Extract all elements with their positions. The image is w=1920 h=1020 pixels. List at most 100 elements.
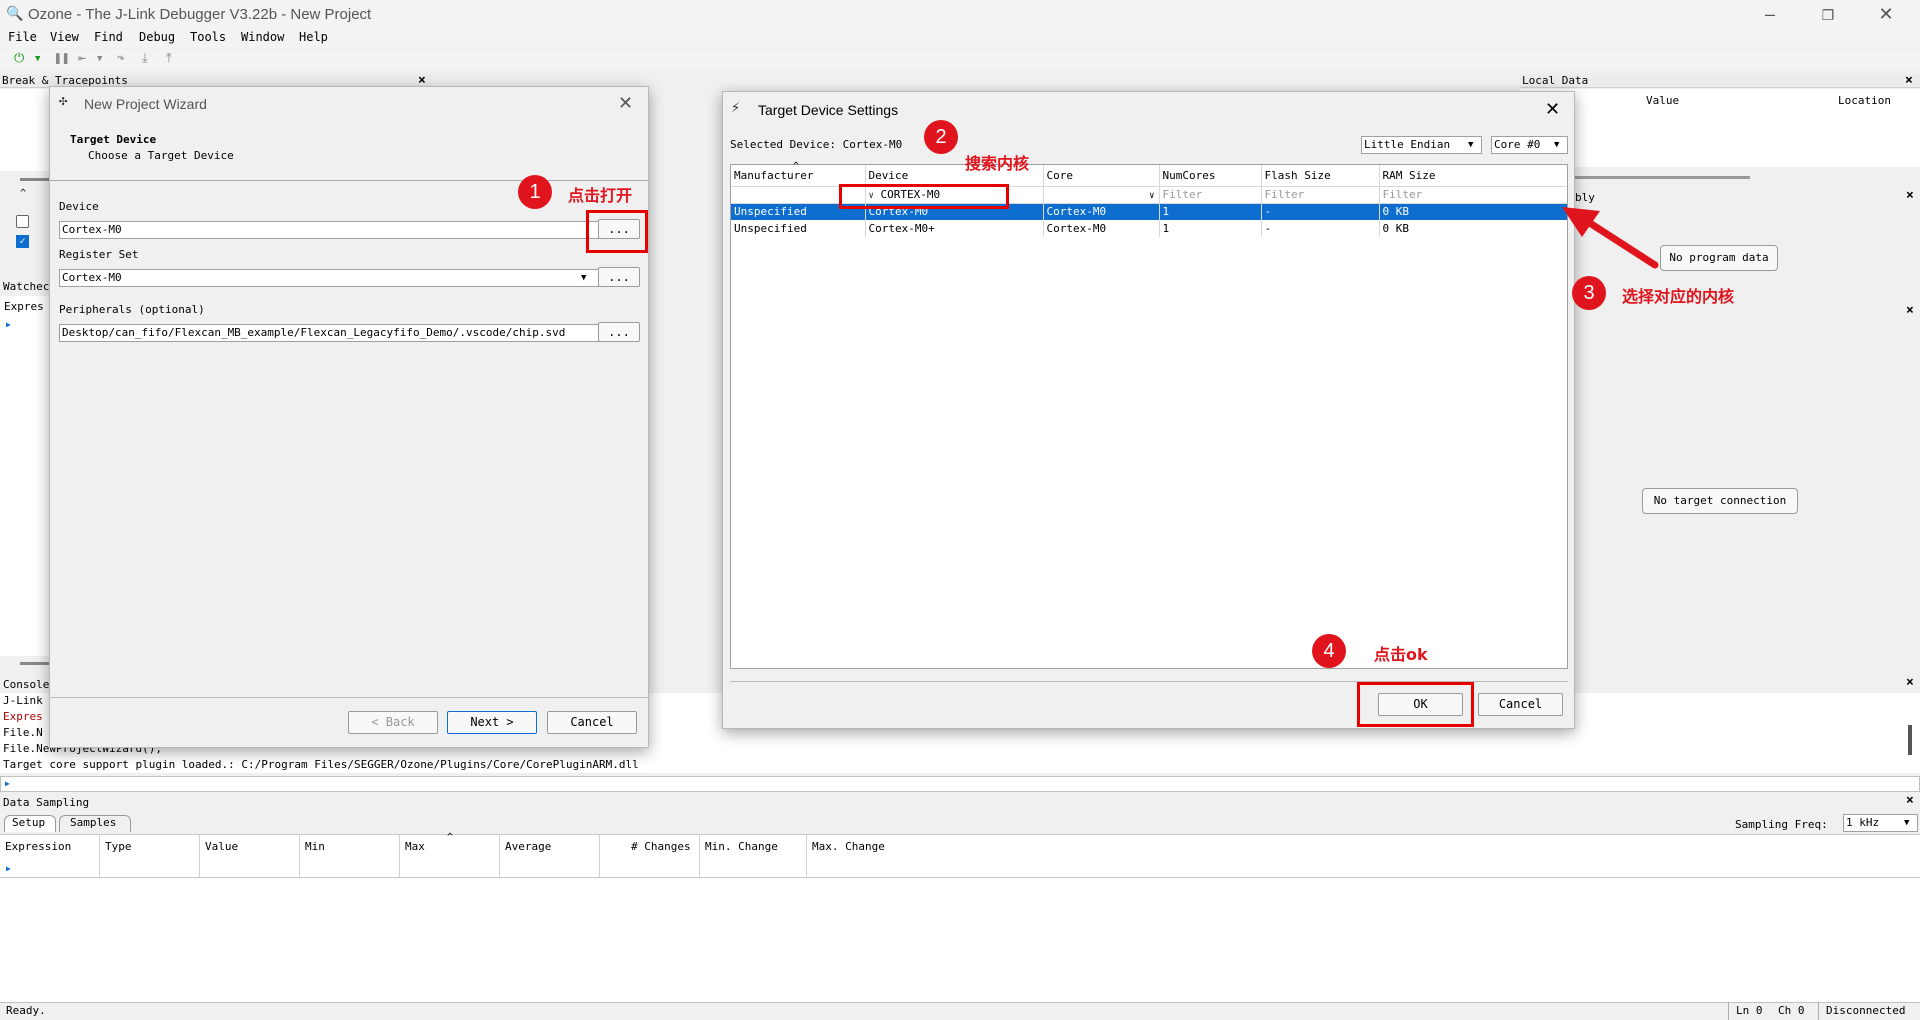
table-header-row: Manufacturer Device Core NumCores Flash … [731,165,1567,186]
tab-setup[interactable]: Setup [4,815,56,832]
peripherals-field[interactable]: Desktop/can_fifo/Flexcan_MB_example/Flex… [59,324,599,342]
close-icon[interactable]: × [1906,303,1914,318]
sampling-freq-select[interactable]: 1 kHz ▼ [1843,814,1918,832]
wand-icon: ✣ [59,93,68,109]
register-set-select[interactable]: Cortex-M0 ▼ [59,269,599,287]
data-sampling-title: Data Sampling [3,796,90,809]
no-program-data-label: No program data [1660,245,1778,271]
expand-arrow-icon[interactable]: ▶ [6,320,11,329]
tab-samples[interactable]: Samples [59,815,131,832]
close-window-button[interactable]: ✕ [1866,4,1906,25]
cell-ram-size: 0 KB [1379,220,1567,237]
close-icon[interactable]: ✕ [1545,99,1560,120]
endianness-value: Little Endian [1364,138,1451,151]
column-divider [399,834,400,878]
annotation-text-2: 搜索内核 [965,154,1030,173]
splitter[interactable] [20,662,50,665]
menu-file[interactable]: File [8,30,37,44]
column-header-changes[interactable]: # Changes [631,840,691,853]
close-icon[interactable]: × [1906,793,1914,808]
splitter[interactable] [1575,176,1750,179]
register-set-browse-button[interactable]: ... [598,267,640,287]
annotation-step-4: 4 [1312,634,1346,668]
device-label: Device [59,200,99,213]
menu-tools[interactable]: Tools [190,30,226,44]
column-header-numcores[interactable]: NumCores [1159,165,1262,186]
dropdown-arrow-icon[interactable]: ▼ [35,54,40,64]
column-header-value: Value [1646,94,1680,107]
dialog-divider [50,697,648,698]
column-header-min[interactable]: Min [305,840,325,853]
step-over-icon[interactable]: ↷ [117,51,125,66]
core-select[interactable]: Core #0 ▼ [1491,136,1568,154]
cell-numcores: 1 [1159,220,1262,237]
column-header-location: Location [1838,94,1891,107]
dropdown-arrow-icon[interactable]: ▼ [97,54,102,64]
local-data-panel-header: Local Data × [1520,73,1920,88]
filter-flash-input[interactable]: Filter [1261,186,1380,203]
menu-debug[interactable]: Debug [139,30,175,44]
restore-button[interactable]: ❐ [1808,7,1848,24]
column-header-min-change[interactable]: Min. Change [705,840,778,853]
column-header-max-change[interactable]: Max. Change [812,840,885,853]
status-line: Ln 0 [1736,1004,1763,1017]
expand-arrow-icon[interactable]: ▶ [6,864,11,873]
device-field[interactable]: Cortex-M0 [59,221,599,239]
console-line: J-Link [3,694,43,707]
filter-ram-input[interactable]: Filter [1379,186,1567,203]
menu-help[interactable]: Help [299,30,328,44]
close-icon[interactable]: × [1905,73,1913,88]
column-header-average[interactable]: Average [505,840,551,853]
device-table: Manufacturer Device Core NumCores Flash … [730,164,1568,669]
cancel-button[interactable]: Cancel [547,711,637,734]
cell-flash-size: - [1261,203,1380,220]
step-into-icon[interactable]: ⤓ [142,51,148,66]
next-button[interactable]: Next > [447,711,537,734]
dialog-title: New Project Wizard [84,96,207,112]
menu-find[interactable]: Find [94,30,123,44]
column-header-max[interactable]: Max [405,840,425,853]
column-header-flash-size[interactable]: Flash Size [1261,165,1380,186]
local-data-title: Local Data [1522,74,1589,87]
pause-icon[interactable]: ❚❚ [54,51,70,66]
sampling-freq-label: Sampling Freq: [1735,818,1828,831]
chevron-down-icon: ▼ [1468,140,1474,150]
power-icon[interactable]: ⏻ [14,51,24,66]
chevron-down-icon: ∨ [1149,191,1155,201]
sampling-freq-value: 1 kHz [1846,816,1880,829]
column-header-ram-size[interactable]: RAM Size [1379,165,1567,186]
minimize-button[interactable]: – [1750,4,1790,25]
back-button[interactable]: < Back [348,711,438,734]
menu-view[interactable]: View [50,30,79,44]
endianness-select[interactable]: Little Endian ▼ [1361,136,1482,154]
column-header-expression[interactable]: Expression [5,840,71,853]
filter-core-input[interactable]: ∨ [1043,186,1160,203]
watched-panel-body [0,296,50,656]
peripherals-browse-button[interactable]: ... [598,322,640,342]
selected-device-label: Selected Device: Cortex-M0 [730,138,903,151]
table-header-row [0,834,1920,878]
console-scrollbar[interactable] [1908,725,1912,755]
console-line: Expres [3,710,43,723]
step-out-icon[interactable]: ⤒ [166,51,172,66]
list-item-checkbox-checked[interactable]: ✓ [16,235,29,248]
cell-core: Cortex-M0 [1043,220,1160,237]
column-header-core[interactable]: Core [1043,165,1160,186]
filter-numcores-input[interactable]: Filter [1159,186,1262,203]
console-command-input[interactable] [0,776,1920,792]
close-icon[interactable]: × [1906,675,1914,690]
chevron-down-icon: ▼ [1904,818,1910,828]
annotation-step-2: 2 [924,120,958,154]
cancel-button[interactable]: Cancel [1478,693,1563,716]
table-row[interactable]: Unspecified Cortex-M0+ Cortex-M0 1 - 0 K… [731,220,1567,237]
close-icon[interactable]: ✕ [618,93,633,114]
peripherals-field-value: Desktop/can_fifo/Flexcan_MB_example/Flex… [62,326,566,339]
search-icon: 🔍 [6,5,24,21]
list-item-checkbox[interactable] [16,215,29,228]
reset-icon[interactable]: ⇤ [78,51,86,66]
column-header-type[interactable]: Type [105,840,132,853]
close-icon[interactable]: × [1906,188,1914,203]
annotation-highlight-browse [586,210,648,253]
menu-window[interactable]: Window [241,30,284,44]
column-header-value[interactable]: Value [205,840,238,853]
